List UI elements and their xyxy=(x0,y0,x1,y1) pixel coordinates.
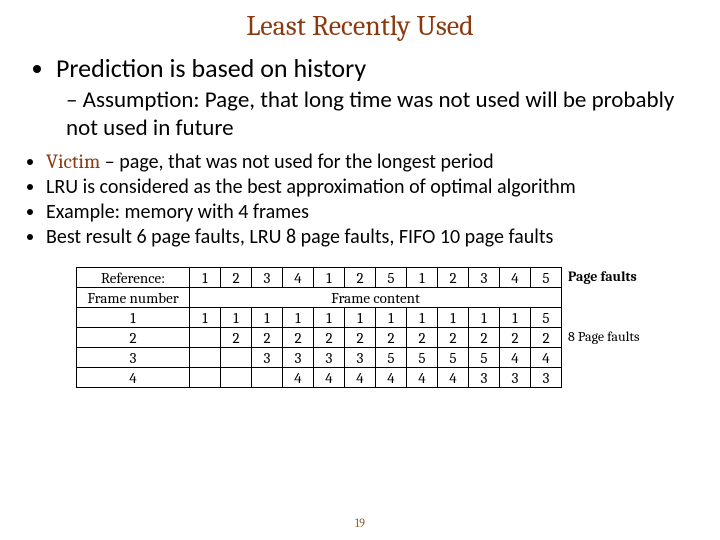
frame-cell: 1 xyxy=(252,308,283,328)
frame-cell xyxy=(221,348,252,368)
frame-cell: 2 xyxy=(531,328,562,348)
frame-cell: 1 xyxy=(500,308,531,328)
frame-cell: 1 xyxy=(221,308,252,328)
label-f4: 4 xyxy=(77,368,190,388)
frame-cell: 2 xyxy=(407,328,438,348)
label-f1: 1 xyxy=(77,308,190,328)
frame-cell: 2 xyxy=(314,328,345,348)
frame-cell: 3 xyxy=(500,368,531,388)
ref-cell: 1 xyxy=(407,268,438,288)
frame-cell: 1 xyxy=(190,308,221,328)
frame-cell xyxy=(221,368,252,388)
frame-cell: 1 xyxy=(407,308,438,328)
frame-cell: 5 xyxy=(531,308,562,328)
frame-cell: 4 xyxy=(438,368,469,388)
frame-cell: 3 xyxy=(252,348,283,368)
ref-cell: 5 xyxy=(376,268,407,288)
page-faults-label: Page faults xyxy=(568,267,639,287)
slide-title: Least Recently Used xyxy=(0,0,720,42)
frame-cell: 4 xyxy=(314,368,345,388)
frame-cell: 2 xyxy=(345,328,376,348)
bullet-main-1: Prediction is based on history xyxy=(56,52,692,84)
label-frame-number: Frame number xyxy=(77,288,190,308)
label-f2: 2 xyxy=(77,328,190,348)
frame-cell: 3 xyxy=(531,368,562,388)
frame-cell: 4 xyxy=(283,368,314,388)
slide: Least Recently Used Prediction is based … xyxy=(0,0,720,540)
frame-cell: 3 xyxy=(283,348,314,368)
label-reference: Reference: xyxy=(77,268,190,288)
frame-cell: 4 xyxy=(407,368,438,388)
frame-cell: 4 xyxy=(345,368,376,388)
frame-cell: 1 xyxy=(376,308,407,328)
frame-cell: 1 xyxy=(438,308,469,328)
ref-cell: 2 xyxy=(221,268,252,288)
ref-cell: 4 xyxy=(500,268,531,288)
ref-cell: 1 xyxy=(314,268,345,288)
ref-cell: 4 xyxy=(283,268,314,288)
bullet-victim: Victim – page, that was not used for the… xyxy=(46,150,692,174)
bullet-list-second: Victim – page, that was not used for the… xyxy=(28,150,692,249)
frame-cell: 2 xyxy=(221,328,252,348)
bullet-list-sub: Assumption: Page, that long time was not… xyxy=(28,86,692,142)
row-frame-number: Frame number Frame content xyxy=(77,288,562,308)
ref-cell: 3 xyxy=(252,268,283,288)
frame-cell: 4 xyxy=(500,348,531,368)
bullet-b4: Best result 6 page faults, LRU 8 page fa… xyxy=(46,225,692,249)
frame-cell: 5 xyxy=(376,348,407,368)
frame-cell: 2 xyxy=(283,328,314,348)
frame-cell: 5 xyxy=(469,348,500,368)
table-block: Reference: 123412512345 Frame number Fra… xyxy=(28,267,692,388)
ref-cell: 3 xyxy=(469,268,500,288)
frame-cell: 4 xyxy=(376,368,407,388)
frame-cell xyxy=(190,328,221,348)
page-number: 19 xyxy=(0,516,720,530)
row-f3: 3 3333555544 xyxy=(77,348,562,368)
frame-cell: 1 xyxy=(469,308,500,328)
victim-label: Victim xyxy=(46,150,100,173)
ref-cell: 2 xyxy=(438,268,469,288)
frame-cell: 1 xyxy=(283,308,314,328)
bullet-b3: Example: memory with 4 frames xyxy=(46,200,692,224)
slide-body: Prediction is based on history Assumptio… xyxy=(0,42,720,388)
frame-cell: 5 xyxy=(438,348,469,368)
row-f2: 2 22222222222 xyxy=(77,328,562,348)
frame-cell xyxy=(190,368,221,388)
ref-cell: 5 xyxy=(531,268,562,288)
row-f4: 4 444444333 xyxy=(77,368,562,388)
frame-cell xyxy=(252,368,283,388)
frame-cell: 2 xyxy=(500,328,531,348)
bullet-sub-1: Assumption: Page, that long time was not… xyxy=(66,86,692,142)
frame-cell: 2 xyxy=(469,328,500,348)
lru-table: Reference: 123412512345 Frame number Fra… xyxy=(76,267,562,388)
row-reference: Reference: 123412512345 xyxy=(77,268,562,288)
ref-cell: 2 xyxy=(345,268,376,288)
frame-cell: 1 xyxy=(345,308,376,328)
page-faults-count: 8 Page faults xyxy=(568,327,639,347)
bullet-b2: LRU is considered as the best approximat… xyxy=(46,175,692,199)
ref-cell: 1 xyxy=(190,268,221,288)
frame-cell: 3 xyxy=(469,368,500,388)
frame-cell: 3 xyxy=(314,348,345,368)
frame-cell: 1 xyxy=(314,308,345,328)
frame-cell: 3 xyxy=(345,348,376,368)
frame-cell: 2 xyxy=(376,328,407,348)
frame-cell: 2 xyxy=(438,328,469,348)
frame-cell: 2 xyxy=(252,328,283,348)
frame-cell: 5 xyxy=(407,348,438,368)
frame-cell: 4 xyxy=(531,348,562,368)
aside: Page faults 8 Page faults xyxy=(568,267,639,347)
label-frame-content: Frame content xyxy=(190,288,562,308)
row-f1: 1 111111111115 xyxy=(77,308,562,328)
bullet-list-top: Prediction is based on history xyxy=(28,52,692,84)
label-f3: 3 xyxy=(77,348,190,368)
victim-rest: – page, that was not used for the longes… xyxy=(100,150,493,174)
frame-cell xyxy=(190,348,221,368)
